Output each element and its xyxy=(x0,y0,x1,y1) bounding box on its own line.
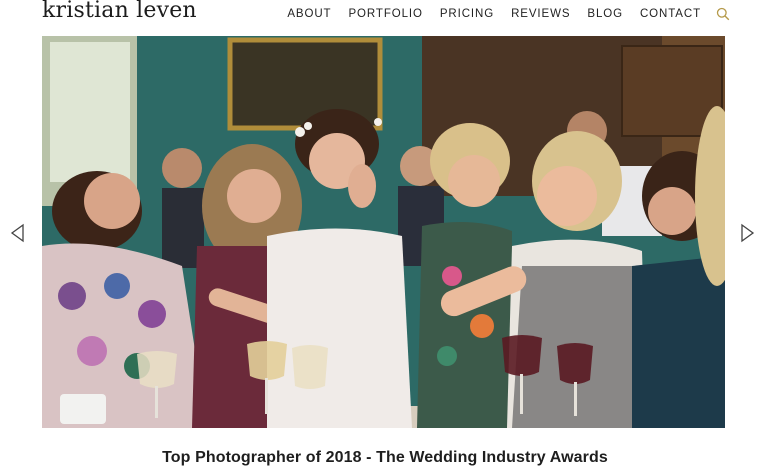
nav-item-about[interactable]: ABOUT xyxy=(287,8,331,20)
site-header: kristian leven ABOUT PORTFOLIO PRICING R… xyxy=(0,0,770,32)
nav-item-portfolio[interactable]: PORTFOLIO xyxy=(348,8,422,20)
nav-item-contact[interactable]: CONTACT xyxy=(640,8,701,20)
chevron-right-icon xyxy=(741,223,755,243)
wedding-photo xyxy=(42,36,725,428)
slider-next-button[interactable] xyxy=(738,222,756,244)
nav-item-pricing[interactable]: PRICING xyxy=(440,8,494,20)
site-logo[interactable]: kristian leven xyxy=(42,0,197,23)
nav-item-blog[interactable]: BLOG xyxy=(587,8,623,20)
slider-prev-button[interactable] xyxy=(9,222,27,244)
main-nav: ABOUT PORTFOLIO PRICING REVIEWS BLOG CON… xyxy=(287,7,730,21)
nav-item-reviews[interactable]: REVIEWS xyxy=(511,8,570,20)
search-icon[interactable] xyxy=(716,7,730,21)
hero-photo[interactable] xyxy=(42,36,725,428)
chevron-left-icon xyxy=(10,223,24,243)
award-caption: Top Photographer of 2018 - The Wedding I… xyxy=(162,449,608,466)
